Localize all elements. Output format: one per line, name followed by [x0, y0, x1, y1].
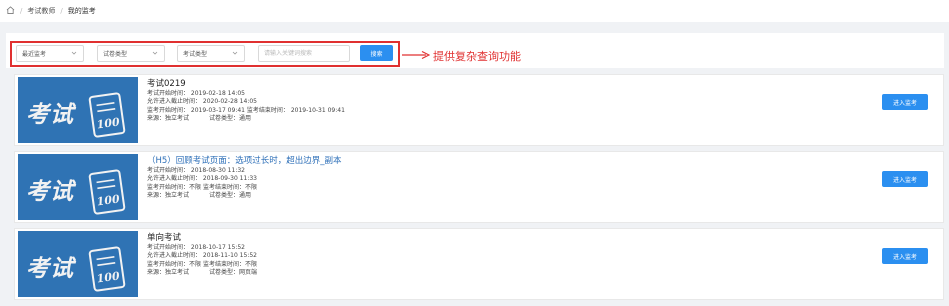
exam-title[interactable]: （H5）回顾考试页面：选项过长时，超出边界_副本	[147, 155, 342, 167]
exam-info: 考试0219 考试开始时间： 2019-02-18 14:05 允许进入截止时间…	[147, 78, 345, 124]
proctor-end-time: 监考结束时间： 2019-10-31 09:41	[246, 106, 345, 114]
source-row: 来源：独立考试 试卷类型：网页端	[147, 269, 257, 277]
proctor-start-time: 监考开始时间： 2019-03-17 09:41	[147, 106, 245, 114]
exam-card: 考试 100 （H5）回顾考试页面：选项过长时，超出边界_副本 考试开始时间： …	[14, 151, 944, 223]
exam-card: 考试 100 单向考试 考试开始时间： 2018-10-17 15:52 允许进…	[14, 228, 944, 300]
thumbnail-score: 100	[96, 192, 121, 208]
exam-info: 单向考试 考试开始时间： 2018-10-17 15:52 允许进入截止时间： …	[147, 232, 257, 278]
proctor-time-row: 监考开始时间：不限 监考结束时间：不限	[147, 184, 342, 192]
source-row: 来源：独立考试 试卷类型：通用	[147, 192, 342, 200]
source-row: 来源：独立考试 试卷类型：通用	[147, 115, 345, 123]
enter-proctoring-button[interactable]: 进入监考	[882, 171, 928, 187]
annotation-text: 提供复杂查询功能	[433, 50, 521, 63]
thumbnail-word: 考试	[26, 178, 74, 205]
exam-source: 来源：独立考试	[147, 269, 190, 277]
proctor-time-row: 监考开始时间： 2019-03-17 09:41 监考结束时间： 2019-10…	[147, 107, 345, 115]
proctor-start-time: 监考开始时间：不限	[147, 183, 202, 191]
score-paper-icon: 100	[88, 92, 126, 138]
paper-type: 试卷类型：通用	[209, 115, 252, 123]
thumbnail-score: 100	[96, 269, 121, 285]
proctor-end-time: 监考结束时间：不限	[202, 260, 257, 268]
exam-info: （H5）回顾考试页面：选项过长时，超出边界_副本 考试开始时间： 2018-08…	[147, 155, 342, 201]
score-paper-icon: 100	[88, 169, 126, 215]
exam-title[interactable]: 单向考试	[147, 232, 257, 244]
proctor-end-time: 监考结束时间：不限	[202, 183, 257, 191]
entry-deadline: 允许进入截止时间： 2020-02-28 14:05	[147, 98, 257, 106]
score-paper-icon: 100	[88, 246, 126, 292]
breadcrumb-separator: /	[20, 7, 23, 15]
thumbnail-word: 考试	[26, 101, 74, 128]
paper-type: 试卷类型：网页端	[209, 269, 258, 277]
exam-card: 考试 100 考试0219 考试开始时间： 2019-02-18 14:05 允…	[14, 74, 944, 146]
breadcrumb-item-my-proctoring: 我的监考	[67, 7, 96, 15]
enter-proctoring-button[interactable]: 进入监考	[882, 248, 928, 264]
thumbnail-word: 考试	[26, 255, 74, 282]
exam-thumbnail: 考试 100	[18, 154, 138, 220]
annotation-arrow-icon	[402, 50, 430, 60]
exam-source: 来源：独立考试	[147, 115, 190, 123]
entry-deadline: 允许进入截止时间： 2018-11-10 15:52	[147, 252, 257, 260]
exam-thumbnail: 考试 100	[18, 77, 138, 143]
breadcrumb-item-exam-teacher[interactable]: 考试教师	[27, 6, 55, 16]
proctor-start-time: 监考开始时间：不限	[147, 260, 202, 268]
page: / 考试教师 / 我的监考 最近监考 试卷类型 考试类型 搜索 提供复杂查询功能…	[0, 0, 949, 306]
annotation-highlight-box	[10, 41, 400, 67]
exam-thumbnail: 考试 100	[18, 231, 138, 297]
proctor-time-row: 监考开始时间：不限 监考结束时间：不限	[147, 261, 257, 269]
enter-proctoring-button[interactable]: 进入监考	[882, 94, 928, 110]
breadcrumb: / 考试教师 / 我的监考	[0, 0, 949, 22]
home-icon[interactable]	[6, 6, 15, 16]
thumbnail-score: 100	[96, 115, 121, 131]
entry-deadline: 允许进入截止时间： 2018-09-30 11:33	[147, 175, 257, 183]
paper-type: 试卷类型：通用	[209, 192, 252, 200]
exam-source: 来源：独立考试	[147, 192, 190, 200]
exam-title[interactable]: 考试0219	[147, 78, 345, 90]
breadcrumb-separator: /	[60, 7, 63, 15]
